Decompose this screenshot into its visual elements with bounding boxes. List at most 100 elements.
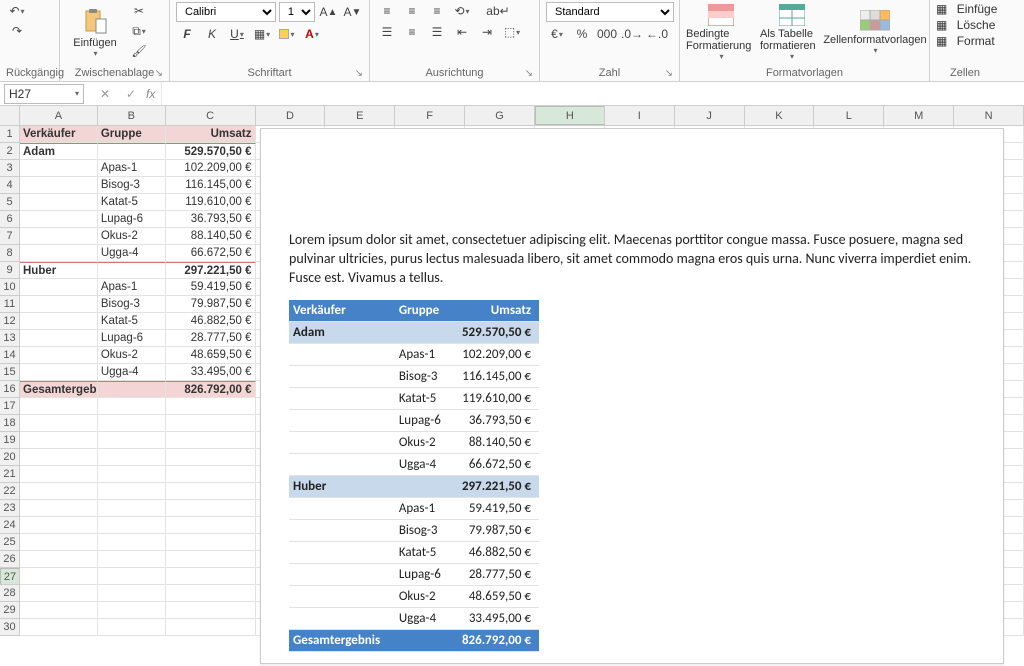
cell[interactable]	[20, 245, 98, 262]
cell[interactable]	[166, 500, 256, 517]
decrease-decimal-button[interactable]: ←.0	[646, 25, 668, 43]
col-header-E[interactable]: E	[325, 106, 395, 125]
name-box[interactable]: H27 ▾	[4, 84, 84, 104]
cell[interactable]: Huber	[20, 262, 98, 279]
row-header-9[interactable]: 9	[0, 262, 20, 279]
row-header-30[interactable]: 30	[0, 619, 20, 636]
font-color-button[interactable]: A▾	[301, 25, 323, 43]
italic-button[interactable]: K	[201, 25, 223, 43]
cell[interactable]	[98, 500, 166, 517]
row-header-1[interactable]: 1	[0, 126, 20, 143]
row-header-16[interactable]: 16	[0, 381, 20, 398]
conditional-formatting-button[interactable]: Bedingte Formatierung▾	[686, 2, 756, 62]
col-header-L[interactable]: L	[814, 106, 884, 125]
cell[interactable]	[166, 432, 256, 449]
cell[interactable]	[98, 398, 166, 415]
increase-indent-button[interactable]: ⇥	[476, 23, 498, 41]
delete-cells-button[interactable]: ▦ Lösche	[936, 18, 997, 32]
cell[interactable]	[98, 143, 166, 160]
row-header-10[interactable]: 10	[0, 279, 20, 296]
cell[interactable]: 28.777,50 €	[166, 330, 256, 347]
col-header-H[interactable]: H	[535, 106, 605, 125]
row-header-18[interactable]: 18	[0, 415, 20, 432]
row-header-2[interactable]: 2	[0, 143, 20, 160]
number-format-select[interactable]: Standard	[546, 2, 674, 22]
format-as-table-button[interactable]: Als Tabelle formatieren▾	[760, 2, 823, 62]
cell[interactable]	[166, 551, 256, 568]
cell[interactable]: Adam	[20, 143, 98, 160]
cell[interactable]	[166, 517, 256, 534]
thousands-button[interactable]: 000	[596, 25, 618, 43]
cell[interactable]	[98, 449, 166, 466]
row-header-13[interactable]: 13	[0, 330, 20, 347]
formula-confirm-button[interactable]: ✓	[120, 85, 142, 103]
cell[interactable]	[20, 364, 98, 381]
cell[interactable]	[20, 483, 98, 500]
cell[interactable]: 826.792,00 €	[166, 381, 256, 398]
cell[interactable]	[98, 432, 166, 449]
row-header-7[interactable]: 7	[0, 228, 20, 245]
cell[interactable]	[20, 330, 98, 347]
row-header-3[interactable]: 3	[0, 160, 20, 177]
col-header-D[interactable]: D	[256, 106, 326, 125]
cell[interactable]: Ugga-4	[98, 245, 166, 262]
col-header-K[interactable]: K	[745, 106, 815, 125]
cell[interactable]	[98, 568, 166, 585]
row-header-23[interactable]: 23	[0, 500, 20, 517]
cell[interactable]: 48.659,50 €	[166, 347, 256, 364]
cell[interactable]	[20, 432, 98, 449]
cell[interactable]	[20, 279, 98, 296]
decrease-indent-button[interactable]: ⇤	[451, 23, 473, 41]
insert-cells-button[interactable]: ▦ Einfüge	[936, 2, 997, 16]
clipboard-launcher-icon[interactable]: ↘	[155, 68, 163, 79]
col-header-A[interactable]: A	[20, 106, 98, 125]
cell[interactable]: 116.145,00 €	[166, 177, 256, 194]
cell[interactable]: 59.419,50 €	[166, 279, 256, 296]
row-header-28[interactable]: 28	[0, 585, 20, 602]
cell[interactable]	[98, 619, 166, 636]
font-launcher-icon[interactable]: ↘	[355, 68, 363, 79]
formula-cancel-button[interactable]: ✕	[94, 85, 116, 103]
wrap-text-button[interactable]: ab↵	[487, 2, 509, 20]
cell[interactable]: Umsatz	[166, 126, 256, 143]
cell[interactable]: 79.987,50 €	[166, 296, 256, 313]
cell[interactable]	[166, 534, 256, 551]
cell[interactable]	[20, 551, 98, 568]
cell[interactable]	[20, 296, 98, 313]
embedded-document[interactable]: Lorem ipsum dolor sit amet, consectetuer…	[260, 128, 1004, 664]
format-cells-button[interactable]: ▦ Format	[936, 34, 997, 48]
copy-button[interactable]: ⧉▾	[128, 22, 150, 40]
cell[interactable]: 66.672,50 €	[166, 245, 256, 262]
align-center-button[interactable]: ≡	[401, 23, 423, 41]
cell[interactable]: Lupag-6	[98, 330, 166, 347]
cell[interactable]	[166, 585, 256, 602]
cell[interactable]: Okus-2	[98, 228, 166, 245]
cell[interactable]	[98, 483, 166, 500]
cell-styles-button[interactable]: Zellenformatvorlagen▾	[827, 2, 923, 62]
cell[interactable]	[20, 398, 98, 415]
paste-button[interactable]: Einfügen▾	[66, 2, 124, 62]
cell[interactable]: Gruppe	[98, 126, 166, 143]
cell[interactable]	[98, 381, 166, 398]
cell[interactable]	[98, 262, 166, 279]
cell[interactable]	[20, 415, 98, 432]
row-header-22[interactable]: 22	[0, 483, 20, 500]
cell[interactable]	[20, 347, 98, 364]
cell[interactable]: 529.570,50 €	[166, 143, 256, 160]
row-header-6[interactable]: 6	[0, 211, 20, 228]
cell[interactable]	[20, 160, 98, 177]
cell[interactable]	[20, 449, 98, 466]
borders-button[interactable]: ▦▾	[251, 25, 273, 43]
row-header-5[interactable]: 5	[0, 194, 20, 211]
cell[interactable]: Gesamtergebnis	[20, 381, 98, 398]
cell[interactable]	[166, 483, 256, 500]
col-header-I[interactable]: I	[605, 106, 675, 125]
redo-button[interactable]: ↷	[6, 22, 28, 40]
increase-font-button[interactable]: A▲	[318, 3, 339, 21]
fx-icon[interactable]: fx	[146, 87, 155, 101]
row-header-29[interactable]: 29	[0, 602, 20, 619]
cell[interactable]	[166, 449, 256, 466]
row-header-27[interactable]: 27	[0, 568, 20, 585]
cut-button[interactable]: ✂	[128, 2, 150, 20]
bold-button[interactable]: F	[176, 25, 198, 43]
